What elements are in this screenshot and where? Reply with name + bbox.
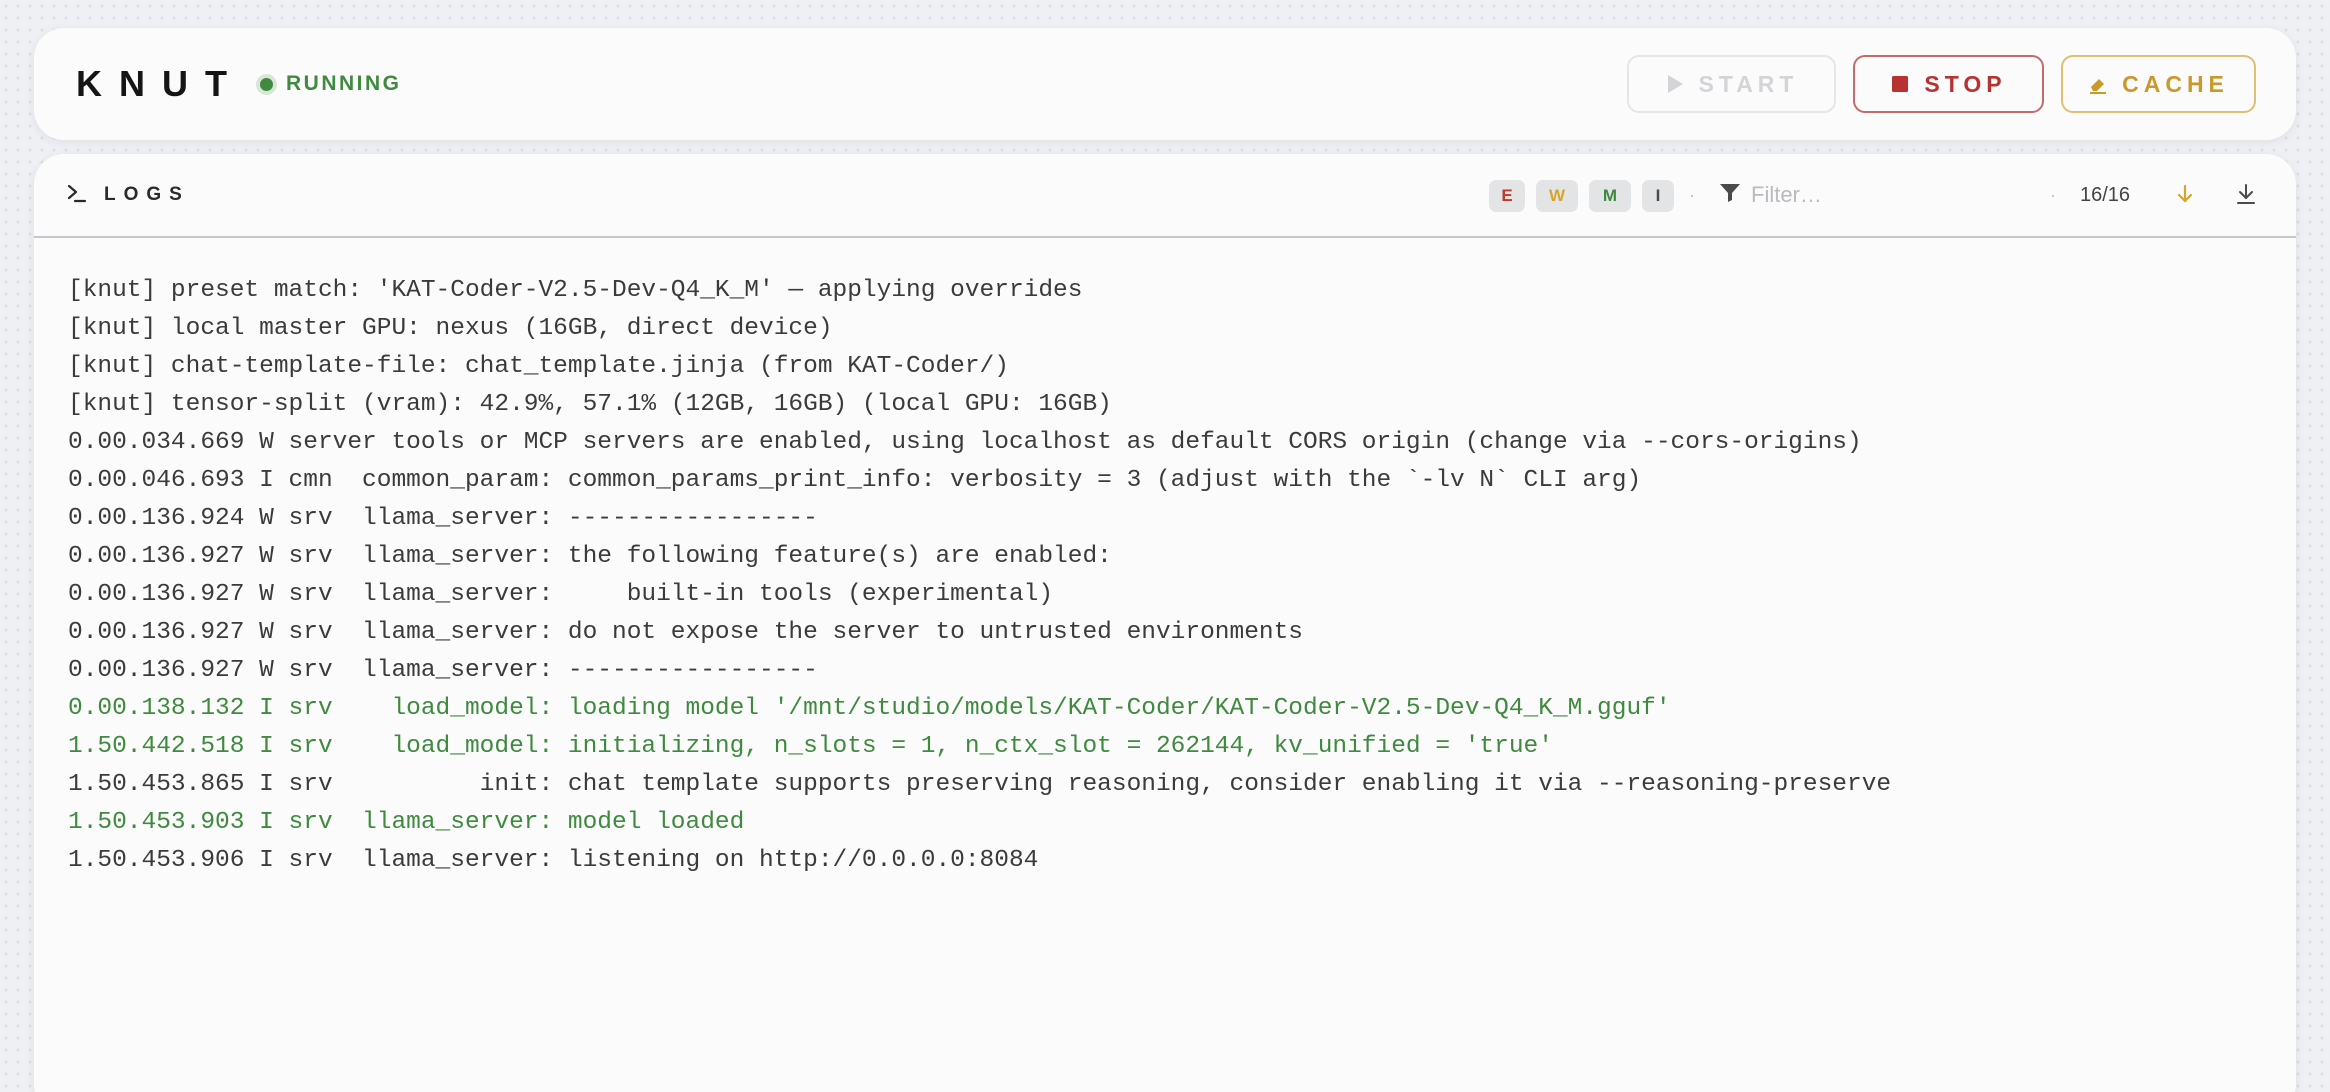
log-output: [knut] preset match: 'KAT-Coder-V2.5-Dev… <box>68 272 2268 880</box>
log-line: 0.00.138.132 I srv load_model: loading m… <box>68 695 1671 722</box>
logs-panel: LOGS E W M I · · 16/16 <box>34 154 2296 1092</box>
log-line: 0.00.034.669 W server tools or MCP serve… <box>68 429 1862 456</box>
stop-square-icon <box>1890 74 1910 94</box>
play-icon <box>1665 74 1685 94</box>
log-line: 1.50.453.903 I srv llama_server: model l… <box>68 809 745 836</box>
app-title: KNUT <box>76 63 244 104</box>
log-line: 0.00.046.693 I cmn common_param: common_… <box>68 467 1642 494</box>
cache-button[interactable]: CACHE <box>2061 55 2256 113</box>
status-indicator: RUNNING <box>260 28 402 140</box>
log-line: 1.50.453.865 I srv init: chat template s… <box>68 771 1892 798</box>
app-header: KNUT RUNNING START STOP CACHE <box>34 28 2296 140</box>
cache-button-label: CACHE <box>2122 70 2229 97</box>
arrow-down-icon <box>2176 184 2194 209</box>
log-line: 1.50.453.906 I srv llama_server: listeni… <box>68 847 1039 874</box>
log-line: [knut] preset match: 'KAT-Coder-V2.5-Dev… <box>68 277 1083 304</box>
stop-button[interactable]: STOP <box>1853 55 2044 113</box>
level-toggle-info[interactable]: I <box>1642 180 1674 212</box>
filter-input[interactable] <box>1751 182 2051 208</box>
funnel-icon <box>1719 183 1741 208</box>
log-line: [knut] local master GPU: nexus (16GB, di… <box>68 315 833 342</box>
status-text: RUNNING <box>286 72 402 95</box>
log-line: 0.00.136.927 W srv llama_server: built-i… <box>68 581 1054 608</box>
start-button[interactable]: START <box>1627 55 1836 113</box>
eraser-icon <box>2088 74 2108 94</box>
filter-field <box>1719 154 2051 236</box>
logs-title: LOGS <box>104 184 190 205</box>
stop-button-label: STOP <box>1924 70 2007 97</box>
download-button[interactable] <box>2231 181 2261 211</box>
separator-dot: · <box>1689 185 1695 205</box>
log-line-count: 16/16 <box>2080 184 2131 206</box>
level-toggle-warning[interactable]: W <box>1536 180 1578 212</box>
log-line: 0.00.136.927 W srv llama_server: the fol… <box>68 543 1112 570</box>
terminal-prompt-icon <box>66 182 88 209</box>
separator-dot: · <box>2050 185 2056 205</box>
log-line: 1.50.442.518 I srv load_model: initializ… <box>68 733 1553 760</box>
log-line: 0.00.136.927 W srv llama_server: do not … <box>68 619 1304 646</box>
log-line: 0.00.136.924 W srv llama_server: -------… <box>68 505 818 532</box>
start-button-label: START <box>1698 70 1799 97</box>
level-filter-group: E W M I <box>1489 180 1674 212</box>
log-line: [knut] tensor-split (vram): 42.9%, 57.1%… <box>68 391 1112 418</box>
follow-tail-button[interactable] <box>2170 181 2200 211</box>
download-icon <box>2236 183 2256 210</box>
log-line: [knut] chat-template-file: chat_template… <box>68 353 1009 380</box>
log-line: 0.00.136.927 W srv llama_server: -------… <box>68 657 818 684</box>
level-toggle-error[interactable]: E <box>1489 180 1525 212</box>
status-dot <box>260 77 273 91</box>
logs-toolbar: LOGS E W M I · · 16/16 <box>34 154 2296 238</box>
level-toggle-message[interactable]: M <box>1589 180 1631 212</box>
logs-title-group: LOGS <box>66 154 190 236</box>
